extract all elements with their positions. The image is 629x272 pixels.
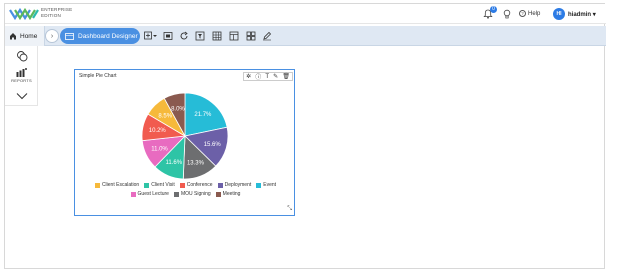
brand-edition-text: ENTERPRISE EDITION [41, 7, 72, 18]
pie-data-label: 11.0% [151, 146, 168, 152]
grid-icon[interactable] [246, 31, 256, 41]
user-menu[interactable]: hiadmin ▾ [568, 11, 596, 18]
legend-label: Event [263, 182, 277, 188]
legend-item[interactable]: Deployment [217, 182, 252, 188]
home-breadcrumb[interactable]: Home [5, 26, 45, 46]
pie-data-label: 8.5% [158, 114, 172, 120]
top-header: ENTERPRISE EDITION 0 ? Help HI hiadmin ▾ [5, 4, 606, 24]
pie-data-label: 8.0% [171, 107, 185, 113]
caret-down-icon: ▾ [592, 12, 596, 18]
help-link[interactable]: ? Help [519, 10, 540, 17]
legend-item[interactable]: Client Escalation [94, 182, 140, 188]
widgets-icon [16, 51, 27, 62]
legend-label: MOU Signing [180, 191, 211, 197]
legend-label: Conference [186, 182, 213, 188]
lightbulb-icon[interactable] [502, 9, 512, 19]
designer-label: Dashboard Designer [78, 32, 138, 40]
bar-chart-icon [16, 68, 27, 77]
legend-item[interactable]: MOU Signing [173, 191, 211, 197]
brand-line1: ENTERPRISE [41, 7, 73, 12]
chart-legend: Client Escalation Client Visit Conference D… [75, 182, 296, 200]
pie-data-label: 21.7% [194, 112, 212, 118]
image-icon[interactable] [163, 31, 173, 41]
legend-swatch [144, 182, 150, 188]
legend-item[interactable]: Meeting [215, 191, 241, 197]
filter-icon[interactable] [195, 31, 205, 41]
help-icon: ? [519, 10, 526, 17]
home-icon [10, 33, 16, 40]
legend-label: Deployment [224, 182, 252, 188]
dashboard-designer-breadcrumb[interactable]: Dashboard Designer [60, 28, 140, 44]
legend-swatch [256, 182, 262, 188]
legend-swatch [179, 182, 185, 188]
legend-item[interactable]: Guest Lecture [130, 191, 169, 197]
pencil-icon[interactable] [262, 31, 272, 41]
legend-swatch [130, 191, 136, 197]
resize-handle-icon[interactable]: ⤡ [287, 206, 292, 213]
refresh-icon[interactable] [179, 31, 189, 41]
legend-swatch [94, 182, 100, 188]
dashboard-icon [65, 32, 74, 40]
pie-data-label: 13.3% [187, 160, 205, 166]
chevron-right-icon[interactable]: › [45, 29, 59, 43]
legend-swatch [173, 191, 179, 197]
pie-data-label: 10.2% [149, 128, 167, 134]
breadcrumb-toolbar: Home › Dashboard Designer [5, 26, 606, 46]
legend-label: Guest Lecture [137, 191, 169, 197]
widget-toolbar: ✲ ⓘ T ✎ 🗑 [243, 72, 293, 81]
legend-label: Meeting [222, 191, 241, 197]
legend-row: Client Escalation Client Visit Conference D… [75, 182, 296, 188]
reports-button[interactable]: REPORTS [5, 68, 38, 83]
reports-label: REPORTS [11, 78, 32, 83]
user-avatar[interactable]: HI [553, 8, 565, 20]
layout-icon[interactable] [229, 31, 239, 41]
app-window: ENTERPRISE EDITION 0 ? Help HI hiadmin ▾ [4, 3, 606, 269]
edit-pencil-icon[interactable]: ✎ [273, 73, 278, 80]
pie-data-label: 15.6% [204, 142, 222, 148]
legend-item[interactable]: Client Visit [144, 182, 175, 188]
legend-label: Client Escalation [101, 182, 140, 188]
pie-chart-widget[interactable]: Simple Pie Chart ✲ ⓘ T ✎ 🗑 21.7% 15.6% 13.… [74, 69, 295, 216]
username-label: hiadmin [568, 12, 592, 18]
delete-trash-icon[interactable]: 🗑 [282, 73, 290, 80]
info-icon[interactable]: ⓘ [255, 72, 261, 81]
brand-line2: EDITION [41, 12, 62, 18]
add-widget-dropdown-icon[interactable] [144, 31, 157, 41]
notification-badge: 0 [490, 6, 497, 13]
settings-gear-icon[interactable]: ✲ [246, 73, 251, 80]
pie-data-label: 11.6% [166, 160, 183, 166]
legend-item[interactable]: Conference [179, 182, 213, 188]
legend-swatch [215, 191, 221, 197]
collapse-toggle[interactable] [5, 92, 38, 100]
text-icon[interactable]: T [265, 74, 269, 80]
home-label: Home [20, 32, 38, 40]
brand-logo-icon [9, 7, 39, 21]
widget-title: Simple Pie Chart [79, 73, 117, 79]
help-label: Help [528, 10, 541, 17]
legend-swatch [217, 182, 223, 188]
chevron-down-icon [16, 93, 27, 100]
legend-row: Guest Lecture MOU Signing Meeting [75, 191, 296, 197]
legend-item[interactable]: Event [256, 182, 276, 188]
widgets-button[interactable] [5, 50, 38, 62]
left-panel: REPORTS [5, 46, 38, 106]
table-icon[interactable] [212, 31, 222, 41]
legend-label: Client Visit [151, 182, 175, 188]
